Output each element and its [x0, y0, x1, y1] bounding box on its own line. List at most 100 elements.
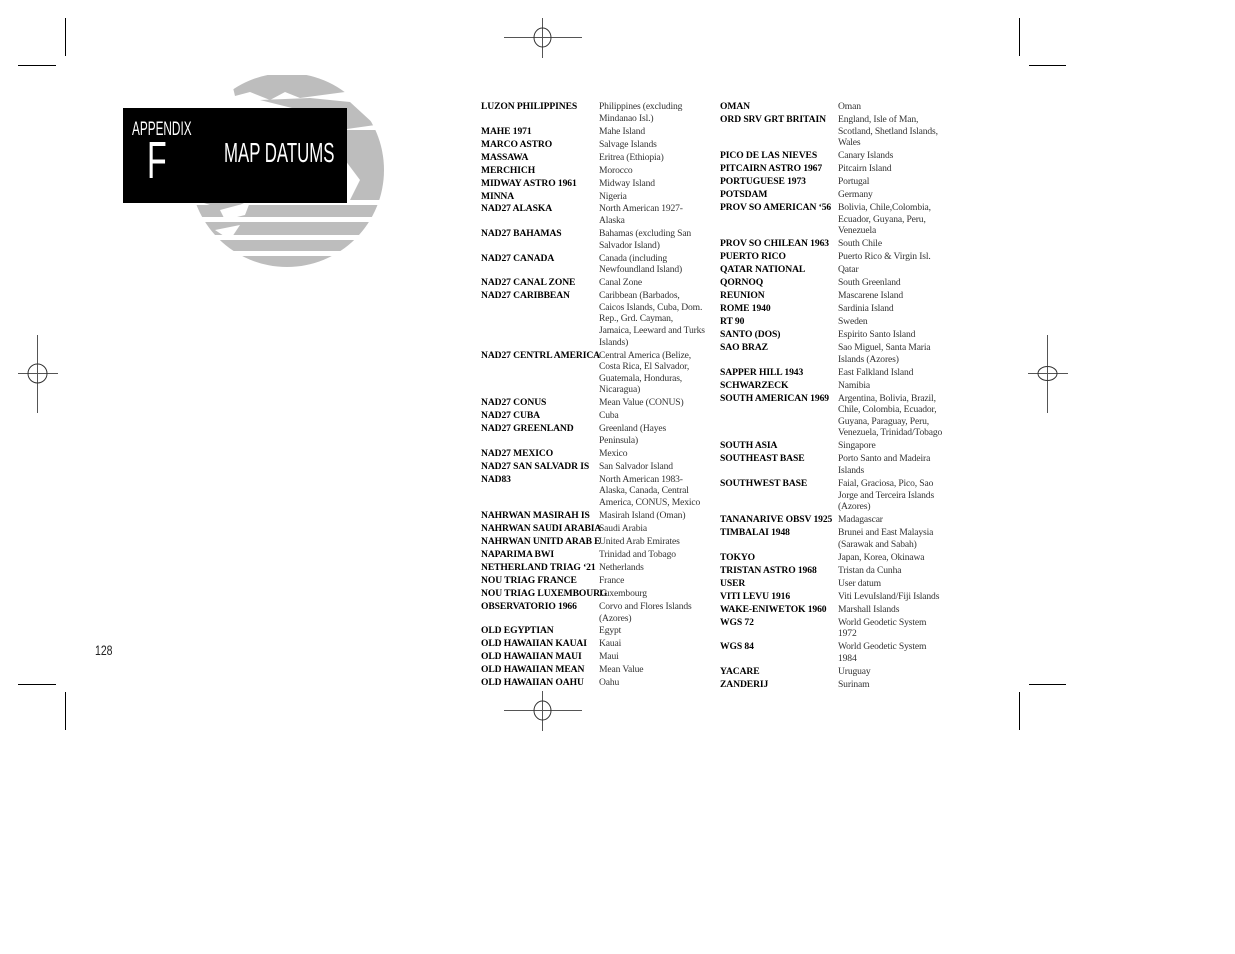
datum-region: User datum	[838, 577, 881, 589]
datum-name: VITI LEVU 1916	[720, 590, 791, 602]
datum-region: France	[599, 574, 625, 586]
datum-name: OLD HAWAIIAN MAUI	[481, 651, 582, 663]
registration-mark-right	[1028, 335, 1068, 413]
datum-row: REUNION Mascarene Island	[720, 290, 960, 302]
datum-name: ORD SRV GRT BRITAIN	[720, 113, 826, 125]
datum-name: NAPARIMA BWI	[481, 548, 554, 560]
datum-name: SCHWARZECK	[720, 379, 789, 391]
datum-row: NAD27 CONUS Mean Value (CONUS)	[481, 397, 721, 409]
page-title: MAP DATUMS	[224, 137, 335, 168]
datum-region: Qatar	[838, 264, 859, 276]
datum-row: MINNA Nigeria	[481, 191, 721, 203]
datum-row: MASSAWA Eritrea (Ethiopia)	[481, 152, 721, 164]
datum-region: Espirito Santo Island	[838, 329, 916, 341]
datum-row: LUZON PHILIPPINES Philippines (excluding…	[481, 101, 721, 124]
datum-name: NAD27 BAHAMAS	[481, 228, 562, 240]
datum-row: PROV SO AMERICAN ‘56 Bolivia, Chile,Colo…	[720, 202, 960, 237]
datum-row: YACARE Uruguay	[720, 666, 960, 678]
datum-name: MINNA	[481, 190, 515, 202]
datum-row: SOUTH ASIA Singapore	[720, 440, 960, 452]
datum-region: Masirah Island (Oman)	[599, 510, 686, 522]
datum-name: OBSERVATORIO 1966	[481, 600, 577, 612]
datum-name: REUNION	[720, 290, 765, 302]
datum-name: OLD HAWAIIAN OAHU	[481, 677, 584, 689]
datum-region: Kauai	[599, 638, 622, 650]
datum-row: OLD HAWAIIAN OAHU Oahu	[481, 677, 721, 689]
datum-region: Portugal	[838, 176, 870, 188]
datum-name: TANANARIVE OBSV 1925	[720, 514, 833, 526]
datum-region: Maui	[599, 651, 619, 663]
datum-row: NOU TRIAG FRANCE France	[481, 575, 721, 587]
datum-row: VITI LEVU 1916 Viti LevuIsland/Fiji Isla…	[720, 591, 960, 603]
header-banner: APPENDIX F MAP DATUMS	[123, 108, 347, 203]
datum-name: PORTUGUESE 1973	[720, 176, 806, 188]
datum-row: SANTO (DOS) Espirito Santo Island	[720, 329, 960, 341]
datum-row: WGS 72 World Geodetic System 1972	[720, 617, 960, 640]
registration-mark-left	[18, 335, 58, 413]
datum-region: Namibia	[838, 379, 870, 391]
datum-row: PICO DE LAS NIEVES Canary Islands	[720, 150, 960, 162]
crop-mark	[1019, 692, 1020, 730]
datum-name: USER	[720, 577, 746, 589]
datum-name: LUZON PHILIPPINES	[481, 101, 578, 112]
datum-row: PITCAIRN ASTRO 1967 Pitcairn Island	[720, 163, 960, 175]
datum-name: PITCAIRN ASTRO 1967	[720, 163, 823, 175]
datum-region: Caribbean (Barbados, Caicos Islands, Cub…	[599, 290, 705, 348]
datum-name: TIMBALAI 1948	[720, 527, 790, 539]
page-number: 128	[95, 642, 113, 658]
datum-name: NAD27 CUBA	[481, 410, 540, 422]
datum-region: Canada (including Newfoundland Island)	[599, 252, 683, 276]
datum-row: OMAN Oman	[720, 101, 960, 113]
datum-name: PROV SO AMERICAN ‘56	[720, 202, 832, 214]
datum-row: TOKYO Japan, Korea, Okinawa	[720, 552, 960, 564]
datum-row: NAD83 North American 1983- Alaska, Canad…	[481, 474, 721, 509]
datum-region: Corvo and Flores Islands (Azores)	[599, 600, 692, 624]
crop-mark	[1019, 18, 1020, 56]
datum-name: YACARE	[720, 665, 760, 677]
datum-region: Greenland (Hayes Peninsula)	[599, 423, 667, 446]
datum-region: Germany	[838, 189, 873, 201]
datum-row: TIMBALAI 1948 Brunei and East Malaysia (…	[720, 527, 960, 550]
datum-region: Canal Zone	[599, 277, 642, 289]
datum-region: Central America (Belize, Costa Rica, El …	[599, 349, 692, 396]
datum-name: ZANDERIJ	[720, 678, 769, 690]
datum-row: NAD27 MEXICO Mexico	[481, 448, 721, 460]
datum-row: TRISTAN ASTRO 1968 Tristan da Cunha	[720, 565, 960, 577]
datum-row: OLD HAWAIIAN MAUI Maui	[481, 651, 721, 663]
datum-region: Canary Islands	[838, 150, 894, 162]
datum-region: Surinam	[838, 678, 870, 690]
crop-mark	[18, 684, 56, 685]
datum-region: Morocco	[599, 164, 633, 176]
datum-name: TOKYO	[720, 551, 756, 563]
datum-row: OLD HAWAIIAN MEAN Mean Value	[481, 664, 721, 676]
datum-row: SAPPER HILL 1943 East Falkland Island	[720, 367, 960, 379]
datum-name: RT 90	[720, 316, 745, 328]
datum-region: Madagascar	[838, 514, 883, 526]
datum-region: North American 1983- Alaska, Canada, Cen…	[599, 473, 701, 509]
registration-mark-bottom	[504, 691, 582, 731]
datum-name: TRISTAN ASTRO 1968	[720, 564, 817, 576]
datum-row: NAHRWAN UNITD ARAB E United Arab Emirate…	[481, 536, 721, 548]
appendix-letter: F	[147, 132, 167, 190]
datum-region: Puerto Rico & Virgin Isl.	[838, 251, 931, 263]
datum-row: PUERTO RICO Puerto Rico & Virgin Isl.	[720, 251, 960, 263]
datum-name: QORNOQ	[720, 277, 764, 289]
datum-row: PROV SO CHILEAN 1963 South Chile	[720, 238, 960, 250]
datum-region: Bahamas (excluding San Salvador Island)	[599, 228, 692, 251]
datum-row: NOU TRIAG LUXEMBOURG Luxembourg	[481, 588, 721, 600]
datum-row: MIDWAY ASTRO 1961 Midway Island	[481, 178, 721, 190]
datum-row: NAHRWAN SAUDI ARABIA Saudi Arabia	[481, 523, 721, 535]
datum-region: Sao Miguel, Santa Maria Islands (Azores)	[838, 342, 931, 365]
datum-region: Porto Santo and Madeira Islands	[838, 453, 931, 477]
datum-row: WAKE-ENIWETOK 1960 Marshall Islands	[720, 604, 960, 616]
datum-row: TANANARIVE OBSV 1925 Madagascar	[720, 514, 960, 526]
datum-region: Mean Value (CONUS)	[599, 397, 684, 409]
datum-name: OMAN	[720, 101, 750, 112]
datum-region: Cuba	[599, 410, 619, 422]
datum-region: World Geodetic System 1972	[838, 616, 927, 640]
datum-row: WGS 84 World Geodetic System 1984	[720, 641, 960, 664]
datum-row: NAD27 GREENLAND Greenland (Hayes Peninsu…	[481, 423, 721, 446]
datum-name: WAKE-ENIWETOK 1960	[720, 603, 827, 615]
datum-name: SOUTHEAST BASE	[720, 453, 805, 465]
datum-row: NAD27 CANADA Canada (including Newfoundl…	[481, 253, 721, 276]
